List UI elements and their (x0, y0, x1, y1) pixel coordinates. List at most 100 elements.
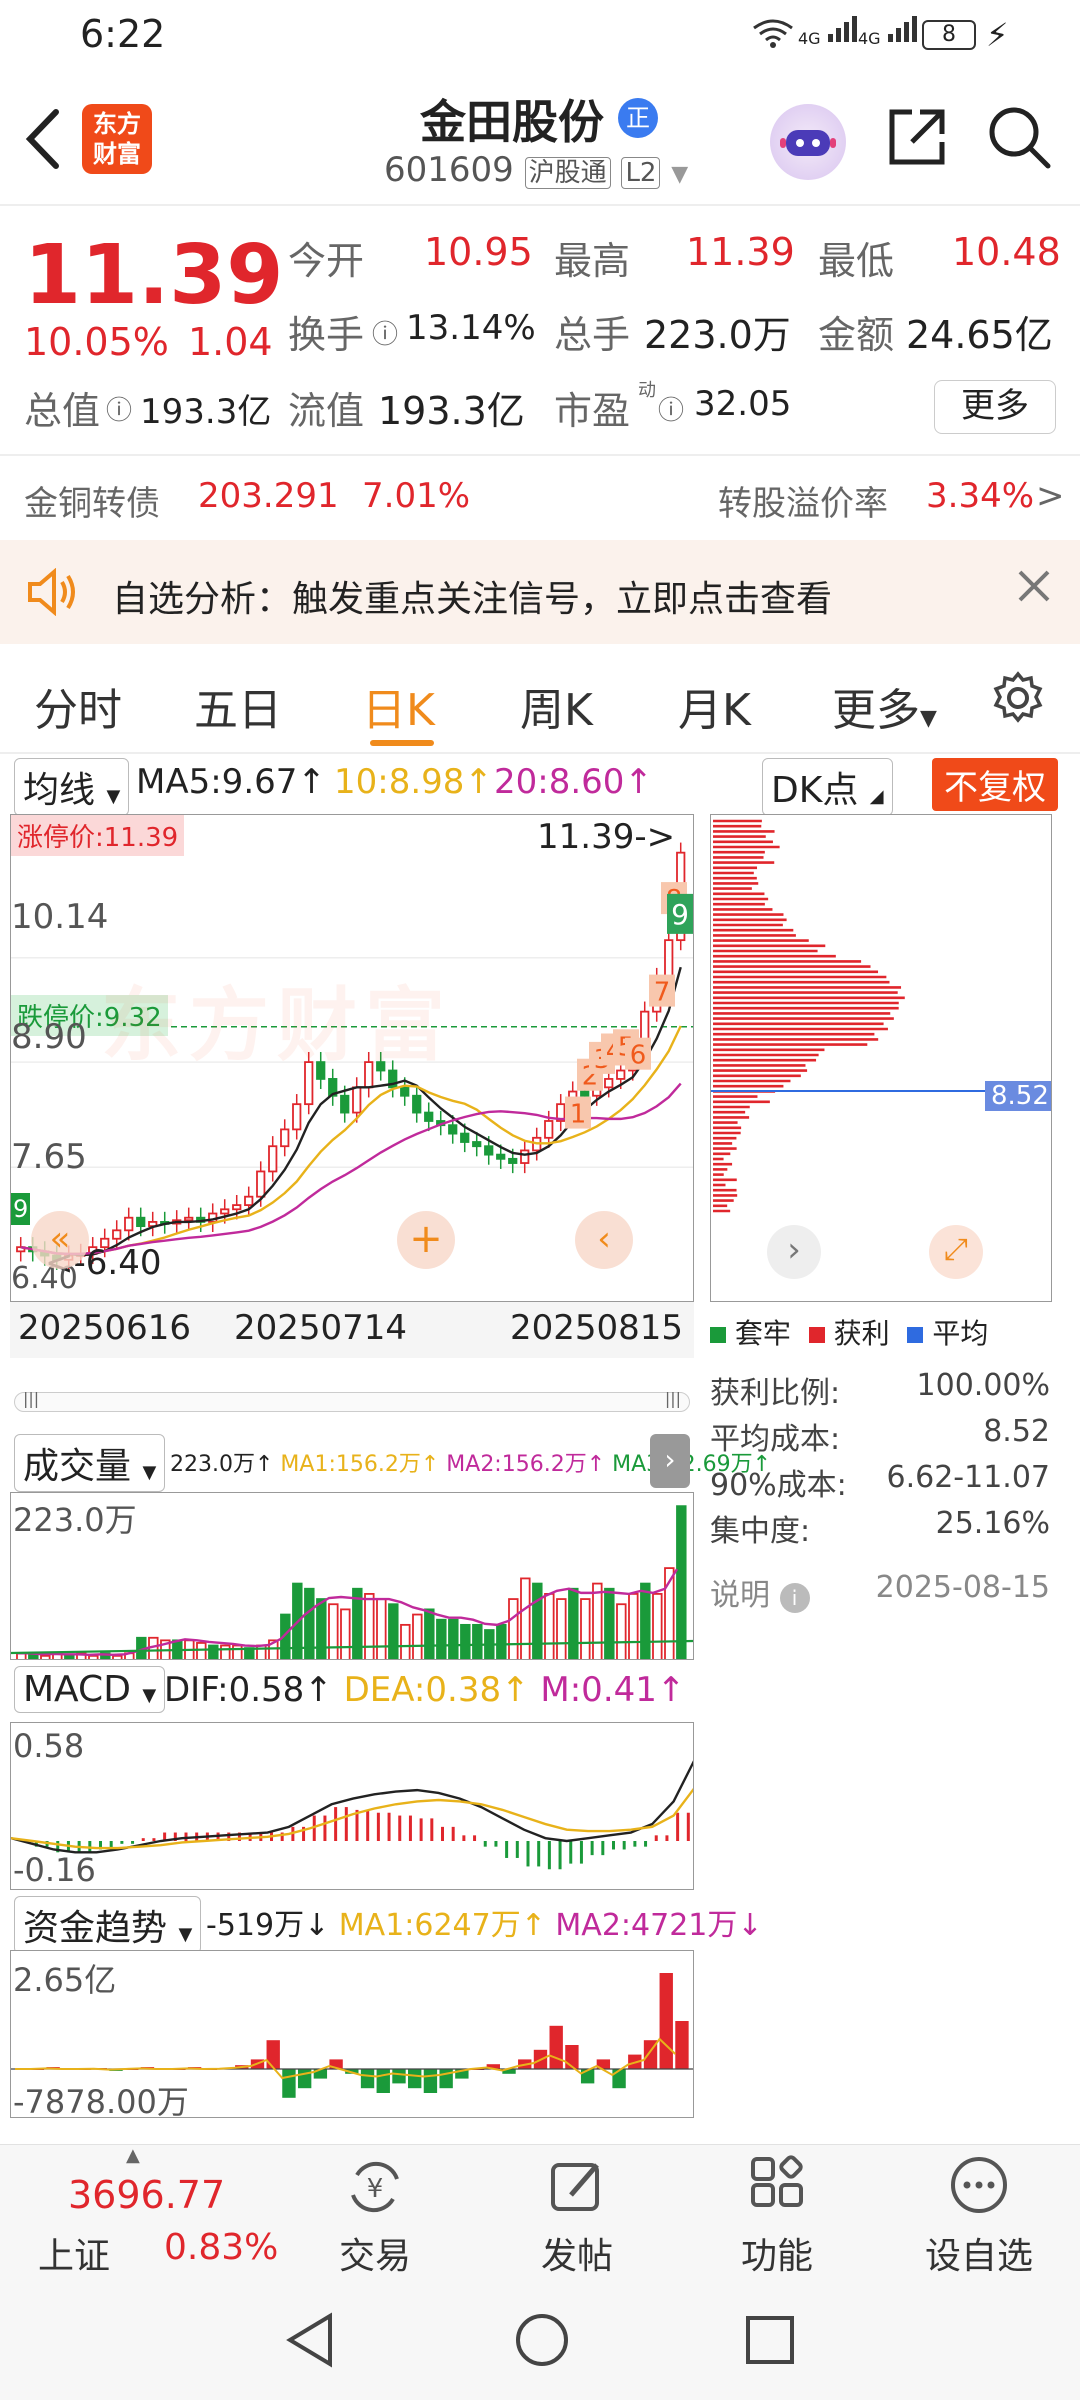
back-icon[interactable] (24, 108, 64, 174)
fund-panel[interactable]: 2.65亿 -7878.00万 (10, 1950, 694, 2118)
wifi-icon (752, 18, 794, 58)
ma10-legend: 10:8.98↑ (334, 762, 493, 802)
logo-line2: 财富 (82, 139, 152, 169)
kline-panel[interactable]: 123456789 涨停价:11.39 跌停价:9.32 11.39-> <-6… (10, 814, 694, 1302)
y-label-3: 7.65 (11, 1137, 87, 1177)
volume-bar (497, 1625, 506, 1660)
slider-left-handle[interactable]: ||| (23, 1389, 39, 1408)
tab-intraday[interactable]: 分时 (34, 674, 122, 738)
expand-indicator-icon[interactable]: › (650, 1434, 690, 1488)
chevron-right-icon[interactable]: › (767, 1225, 821, 1279)
legend-swatch-avg (907, 1327, 923, 1343)
expand-icon[interactable]: ⤢ (929, 1225, 983, 1279)
dk-selector[interactable]: DK点 ◢ (762, 758, 893, 816)
search-icon[interactable] (986, 104, 1052, 174)
nav-home-icon[interactable] (514, 2312, 570, 2372)
step-back-icon[interactable]: ‹ (575, 1211, 633, 1269)
nav-trade[interactable]: ¥ 交易 (300, 2155, 450, 2279)
candle-body (257, 1171, 264, 1196)
float-value: 193.3亿 (378, 380, 525, 435)
range-slider[interactable]: ||| ||| (14, 1392, 690, 1412)
nav-add-watch[interactable]: 设自选 (904, 2155, 1054, 2279)
status-time: 6:22 (80, 12, 165, 56)
bond-label[interactable]: 金铜转债 (24, 476, 160, 525)
scroll-left-icon[interactable]: « (31, 1211, 89, 1269)
tab-five-day[interactable]: 五日 (194, 674, 282, 738)
info-icon[interactable]: ⓘ (372, 314, 398, 351)
fund-bar (675, 2021, 688, 2069)
chip-key: 集中度: (710, 1514, 810, 1549)
tab-weekly-k[interactable]: 周K (520, 674, 593, 738)
fund-selector-label: 资金趋势 (23, 1908, 167, 1949)
macd-panel[interactable]: 0.58 -0.16 (10, 1722, 694, 1890)
battery-icon: 8 (922, 20, 976, 50)
chip-value: 100.00% (917, 1368, 1050, 1403)
ma-selector[interactable]: 均线 ▼ (14, 758, 129, 816)
index-name: 上证 (38, 2227, 110, 2279)
quote-panel: 11.39 10.05% 1.04 今开 10.95 最高 11.39 最低 1… (0, 208, 1080, 538)
nav-trade-label: 交易 (300, 2227, 450, 2279)
trade-icon: ¥ (300, 2155, 450, 2219)
chip-distribution-panel[interactable]: 8.52 › ⤢ (710, 814, 1052, 1302)
info-icon-3[interactable]: ⓘ (658, 390, 684, 427)
nav-recents-icon[interactable] (744, 2314, 796, 2370)
volume-panel[interactable]: 223.0万 (10, 1492, 694, 1660)
macd-selector-label: MACD (23, 1669, 131, 1710)
volume-bar (341, 1609, 350, 1660)
note-label[interactable]: 说明 (710, 1578, 770, 1613)
volume-bar (545, 1594, 554, 1660)
macd-selector[interactable]: MACD ▼ (14, 1666, 165, 1713)
volume-bar (569, 1589, 578, 1660)
volume-bar (329, 1604, 338, 1660)
volume-bar (365, 1594, 374, 1660)
assistant-avatar[interactable] (770, 104, 846, 180)
premium-label[interactable]: 转股溢价率 (718, 476, 888, 525)
candle-body (521, 1150, 528, 1163)
tab-monthly-k[interactable]: 月K (678, 674, 751, 738)
share-icon[interactable] (884, 104, 950, 174)
tab-daily-k[interactable]: 日K (362, 674, 435, 738)
dk-selector-label: DK点 (771, 770, 858, 811)
more-button[interactable]: 更多 (934, 380, 1056, 434)
legend-trapped: 套牢 (735, 1317, 791, 1350)
tab-more[interactable]: 更多▼ (832, 674, 937, 738)
slider-right-handle[interactable]: ||| (665, 1389, 681, 1408)
candle-body (449, 1125, 456, 1133)
chip-value: 6.62-11.07 (886, 1460, 1050, 1495)
info-icon-2[interactable]: ⓘ (106, 390, 132, 427)
volume-bar (113, 1656, 122, 1660)
settings-icon[interactable] (990, 670, 1046, 730)
legend-profit: 获利 (834, 1317, 890, 1350)
restore-button[interactable]: 不复权 (932, 758, 1058, 811)
nav-add-watch-label: 设自选 (904, 2227, 1054, 2279)
index-value: 3696.77 (68, 2173, 225, 2217)
volume-bar (197, 1643, 206, 1660)
volume-bar (617, 1604, 626, 1660)
caret-up-icon: ▲ (126, 2145, 140, 2166)
info-icon-4[interactable]: i (780, 1583, 810, 1613)
app-logo[interactable]: 东方 财富 (82, 104, 152, 174)
volume-bar (209, 1646, 218, 1660)
dropdown-icon[interactable]: ▼ (671, 162, 688, 187)
nav-post[interactable]: 发帖 (502, 2155, 652, 2279)
index-ticker[interactable]: ▲ 3696.77 上证 0.83% (0, 2145, 290, 2281)
nav-back-icon[interactable] (284, 2312, 336, 2372)
fund-selector[interactable]: 资金趋势 ▼ (14, 1896, 201, 1954)
pe-superscript: 动 (638, 376, 656, 402)
chip-legend: 套牢 获利 平均 (710, 1312, 988, 1352)
close-icon[interactable] (1016, 568, 1052, 608)
nav-functions[interactable]: 功能 (702, 2155, 852, 2279)
fund-bar (361, 2069, 374, 2088)
candle-body (341, 1096, 348, 1113)
add-icon[interactable]: + (397, 1211, 455, 1269)
volume-bar (413, 1615, 422, 1660)
alert-banner[interactable]: 自选分析：触发重点关注信号，立即点击查看 (0, 540, 1080, 644)
mktcap-value: 193.3亿 (140, 384, 271, 433)
edit-icon (502, 2155, 652, 2219)
chip-value: 25.16% (936, 1506, 1050, 1541)
stock-code: 601609 (384, 150, 514, 190)
status-bar: 6:22 4G 4G 8 ⚡ (0, 0, 1080, 74)
candle-body (293, 1104, 300, 1129)
volume-selector[interactable]: 成交量 ▼ (14, 1434, 165, 1492)
premium-arrow[interactable]: > (1036, 476, 1065, 516)
